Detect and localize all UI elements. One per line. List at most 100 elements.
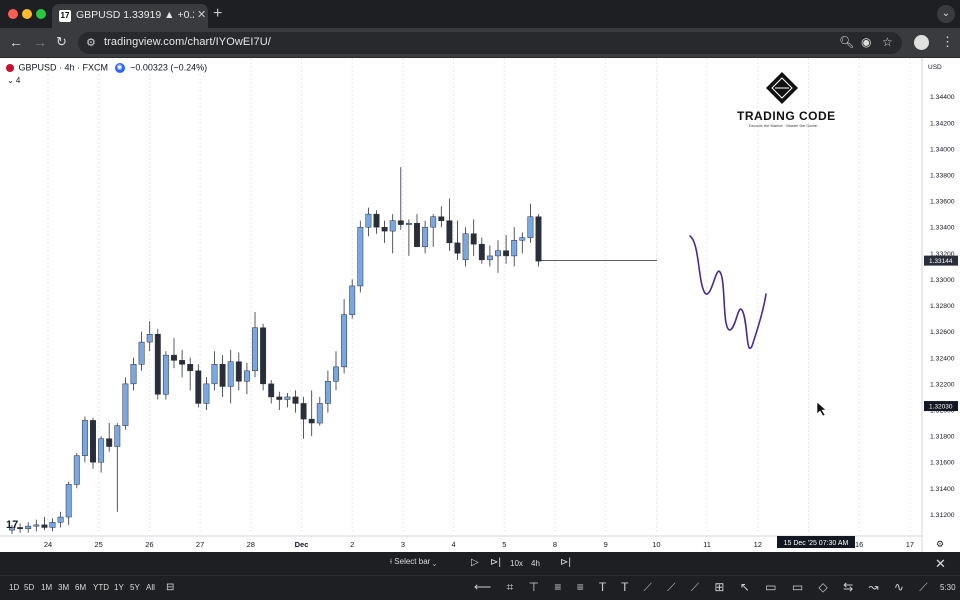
candle-body bbox=[25, 525, 32, 530]
cursor-price-label: 1.32030 bbox=[929, 404, 953, 411]
eye-toggle-icon[interactable]: ◉ bbox=[114, 62, 125, 73]
x-tick-label: 28 bbox=[247, 540, 255, 549]
x-tick-label: 17 bbox=[906, 540, 914, 549]
y-tick-label: 1.33600 bbox=[930, 199, 955, 206]
tradingview-logo-icon: 17 bbox=[6, 519, 18, 531]
range-button-ytd[interactable]: YTD bbox=[93, 583, 109, 592]
x-tick-label: 3 bbox=[401, 540, 405, 549]
candle-body bbox=[446, 220, 453, 244]
candle-body bbox=[90, 420, 96, 463]
reload-icon[interactable]: ↻ bbox=[56, 34, 67, 50]
candle-body bbox=[162, 354, 169, 395]
y-tick-label: 1.31200 bbox=[930, 512, 955, 519]
x-tick-label: 10 bbox=[652, 540, 660, 549]
candle-body bbox=[252, 327, 258, 372]
replay-toolbar bbox=[0, 552, 960, 576]
jump-to-realtime-icon[interactable]: ⊳| bbox=[560, 557, 571, 568]
trading-code-logo-icon bbox=[766, 72, 798, 104]
date-range-icon[interactable]: ⊟ bbox=[166, 582, 174, 593]
range-button-1y[interactable]: 1Y bbox=[114, 583, 124, 592]
price-chart[interactable]: USD 1.34400 1.34200 1.34000 1.33800 1.33600 1.… bbox=[0, 58, 960, 552]
chart-area[interactable]: USD 1.34400 1.34200 1.34000 1.33800 1.33600 1.… bbox=[0, 58, 960, 552]
candle-body bbox=[333, 366, 339, 382]
symbol-legend[interactable]: GBPUSD · 4h · FXCM ◉ −0.00323 (−0.24%) bbox=[6, 62, 207, 73]
y-tick-label: 1.31800 bbox=[930, 434, 955, 441]
candle-body bbox=[308, 418, 315, 424]
candle-body bbox=[219, 364, 226, 387]
back-arrow-icon[interactable]: ← bbox=[9, 34, 23, 50]
select-bar-button[interactable]: ⟊ Select bar ⌄ bbox=[390, 557, 436, 567]
last-price-label: 1.33144 bbox=[929, 258, 953, 265]
new-tab-button[interactable]: + bbox=[213, 5, 222, 23]
profile-avatar[interactable] bbox=[914, 35, 929, 50]
tab-title: GBPUSD 1.33919 ▲ +0.21% · bbox=[76, 9, 194, 21]
range-button-1d[interactable]: 1D bbox=[9, 583, 19, 592]
candle-body bbox=[130, 364, 137, 385]
y-tick-label: 1.32600 bbox=[930, 329, 955, 336]
candle-body bbox=[503, 250, 510, 257]
maximize-window-button[interactable] bbox=[36, 9, 46, 19]
range-button-1m[interactable]: 1M bbox=[41, 583, 52, 592]
range-button-3m[interactable]: 3M bbox=[58, 583, 69, 592]
y-tick-label: 1.33400 bbox=[930, 225, 955, 232]
replay-interval-button[interactable]: 4h bbox=[531, 559, 540, 568]
close-window-button[interactable] bbox=[8, 9, 18, 19]
candle-body bbox=[81, 420, 88, 456]
candle-body bbox=[73, 455, 80, 485]
select-bar-label: Select bar bbox=[394, 557, 431, 566]
candle-body bbox=[138, 341, 145, 365]
play-icon[interactable]: ▷ bbox=[471, 557, 479, 568]
range-button-5d[interactable]: 5D bbox=[24, 583, 34, 592]
candle-body bbox=[381, 226, 388, 232]
close-tab-icon[interactable]: ✕ bbox=[197, 8, 206, 21]
symbol-title: GBPUSD · 4h · FXCM bbox=[18, 62, 109, 73]
candle-body bbox=[430, 216, 437, 228]
candle-body bbox=[203, 383, 210, 404]
drawing-tools[interactable]: ⟵ ⌗ ⊤ ≡ ≡ T T ⟋ ⟋ ⟋ ⊞ ↖ ▭ ▭ ◇ ⇆ ↝ ∿ ⟋ ▣ … bbox=[474, 580, 944, 595]
close-replay-icon[interactable]: ✕ bbox=[935, 556, 946, 572]
forward-arrow-icon[interactable]: → bbox=[33, 34, 47, 50]
x-tick-label: 26 bbox=[145, 540, 153, 549]
y-tick-label: 1.33800 bbox=[930, 172, 955, 179]
zoom-icon[interactable]: 🔍︎ bbox=[839, 35, 854, 49]
url-field[interactable]: ⚙ tradingview.com/chart/IYOwEI7U/ 🔍︎ ◉ ☆ bbox=[78, 32, 902, 54]
browser-tab[interactable]: 17 GBPUSD 1.33919 ▲ +0.21% · ✕ bbox=[52, 4, 208, 28]
candle-body bbox=[389, 220, 396, 232]
candle-body bbox=[65, 484, 72, 518]
candle-body bbox=[478, 243, 485, 261]
site-info-icon[interactable]: ⚙ bbox=[86, 36, 96, 49]
candle-body bbox=[349, 285, 356, 315]
x-tick-label: 5 bbox=[502, 540, 506, 549]
range-button-all[interactable]: All bbox=[146, 583, 155, 592]
y-tick-label: 1.34000 bbox=[930, 146, 955, 153]
candle-body bbox=[260, 327, 267, 385]
candle-body bbox=[235, 361, 242, 382]
indicators-collapse[interactable]: ⌄ 4 bbox=[7, 76, 20, 85]
eye-icon[interactable]: ◉ bbox=[861, 35, 871, 49]
x-tick-label: 27 bbox=[196, 540, 204, 549]
candle-body bbox=[357, 226, 364, 287]
x-tick-label: 4 bbox=[452, 540, 456, 549]
candle-body bbox=[438, 216, 445, 221]
candle-body bbox=[324, 381, 331, 404]
logo-subtitle: Decode the Market · Master the Game bbox=[748, 123, 818, 128]
mouse-cursor-icon bbox=[816, 401, 827, 417]
minimize-window-button[interactable] bbox=[22, 9, 32, 19]
step-forward-icon[interactable]: ⊳| bbox=[490, 557, 501, 568]
candle-body bbox=[243, 370, 250, 382]
replay-speed-button[interactable]: 10x bbox=[510, 559, 523, 568]
browser-menu-icon[interactable]: ⋮ bbox=[941, 34, 954, 50]
y-tick-label: 1.32200 bbox=[930, 381, 955, 388]
candle-body bbox=[519, 237, 526, 241]
candle-body bbox=[268, 383, 275, 398]
x-tick-label: Dec bbox=[295, 540, 309, 549]
bookmark-star-icon[interactable]: ☆ bbox=[882, 35, 893, 49]
range-button-5y[interactable]: 5Y bbox=[130, 583, 140, 592]
tab-search-chevron-icon[interactable]: ⌄ bbox=[937, 5, 955, 23]
axis-settings-icon: ⚙ bbox=[936, 540, 944, 550]
candle-body bbox=[470, 233, 477, 245]
candle-body bbox=[486, 255, 493, 261]
x-tick-label: 25 bbox=[95, 540, 103, 549]
range-button-6m[interactable]: 6M bbox=[75, 583, 86, 592]
forecast-drawing bbox=[689, 235, 767, 350]
